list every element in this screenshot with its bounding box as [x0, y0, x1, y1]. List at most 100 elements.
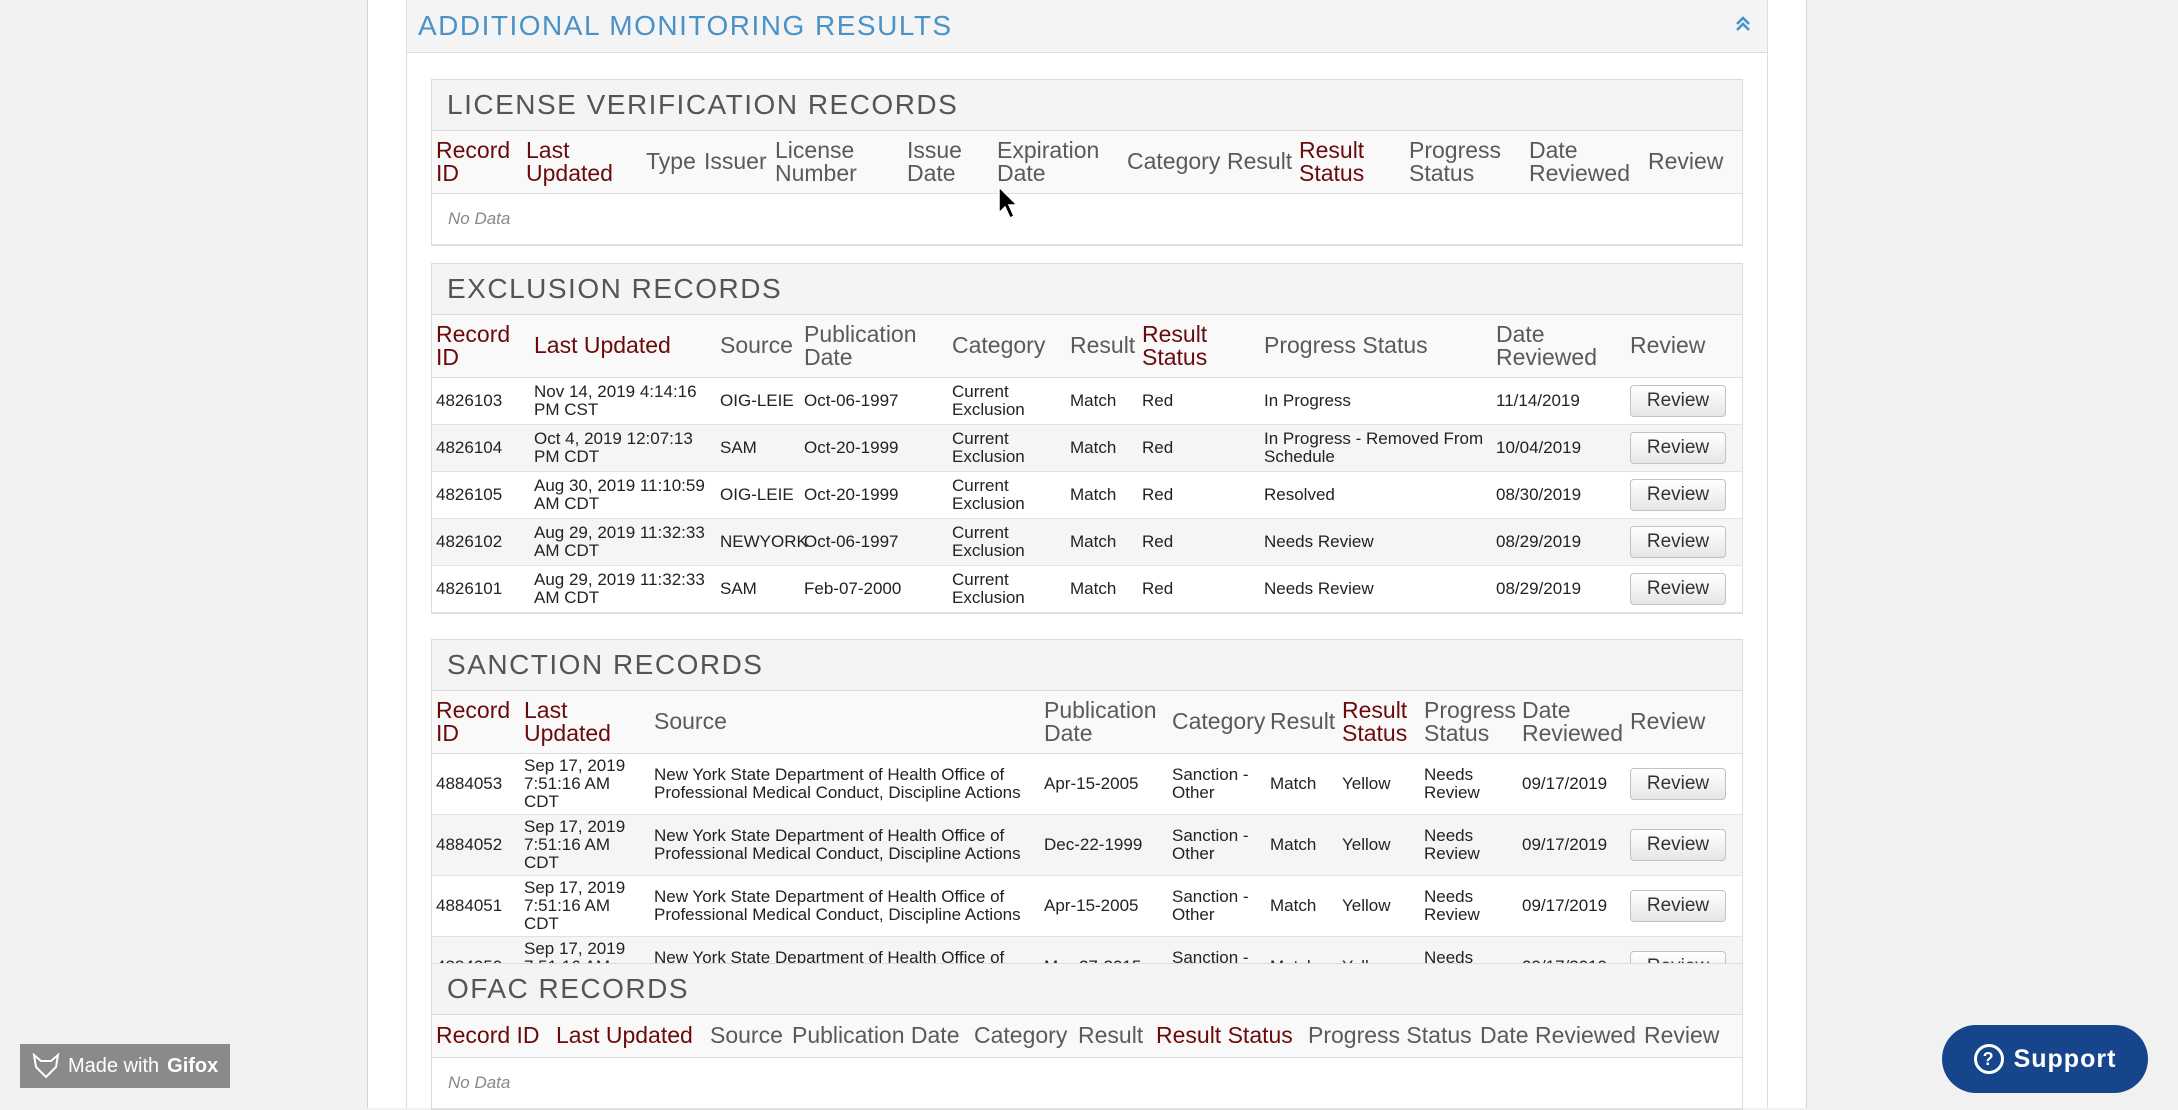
col-record-id[interactable]: Record ID [432, 691, 520, 754]
chevron-double-up-icon[interactable] [1731, 13, 1755, 39]
review-button[interactable]: Review [1630, 525, 1726, 558]
section-title: SANCTION RECORDS [432, 640, 1742, 691]
col-last-updated[interactable]: Last Updated [520, 691, 650, 754]
cell-category: Current Exclusion [948, 471, 1066, 519]
cell-publication-date: Apr-15-2005 [1040, 875, 1168, 937]
cell-category: Sanction - Other [1168, 814, 1266, 876]
cell-progress-status: Needs Review [1420, 814, 1518, 876]
col-result-status[interactable]: Result Status [1338, 691, 1420, 754]
table-row: 4826101 Aug 29, 2019 11:32:33 AM CDT SAM Fe… [432, 565, 1742, 613]
col-expiration-date: Expiration Date [993, 131, 1123, 194]
cell-category: Current Exclusion [948, 424, 1066, 472]
fox-icon [32, 1053, 60, 1079]
support-button[interactable]: ? Support [1942, 1025, 2148, 1093]
col-date-reviewed: Date Reviewed [1476, 1015, 1640, 1058]
cell-result-status: Red [1138, 518, 1260, 566]
col-progress-status: Progress Status [1420, 691, 1518, 754]
cell-record-id: 4826103 [432, 377, 530, 425]
col-result: Result [1223, 131, 1295, 194]
support-label: Support [2013, 1044, 2117, 1073]
section-title: OFAC RECORDS [432, 964, 1742, 1015]
gifox-brand: Gifox [167, 1054, 219, 1077]
col-record-id[interactable]: Record ID [432, 315, 530, 378]
col-record-id[interactable]: Record ID [432, 131, 522, 194]
col-category: Category [1168, 691, 1266, 754]
cell-result: Match [1066, 565, 1138, 613]
review-button[interactable]: Review [1630, 889, 1726, 922]
col-result-status[interactable]: Result Status [1138, 315, 1260, 378]
col-date-reviewed: Date Reviewed [1525, 131, 1644, 194]
cell-date-reviewed: 09/17/2019 [1518, 753, 1626, 815]
table-row: 4884051 Sep 17, 2019 7:51:16 AM CDT New Yo… [432, 875, 1742, 937]
cell-date-reviewed: 09/17/2019 [1518, 814, 1626, 876]
cell-progress-status: Needs Review [1260, 565, 1492, 613]
gifox-watermark: Made with Gifox [20, 1044, 230, 1088]
table-row: 4826103 Nov 14, 2019 4:14:16 PM CST OIG-LE… [432, 377, 1742, 425]
cell-record-id: 4826102 [432, 518, 530, 566]
cell-result: Match [1266, 814, 1338, 876]
review-button[interactable]: Review [1630, 431, 1726, 464]
col-issue-date: Issue Date [903, 131, 993, 194]
gifox-prefix: Made with [68, 1054, 160, 1077]
cell-record-id: 4884053 [432, 753, 520, 815]
col-record-id[interactable]: Record ID [432, 1015, 552, 1058]
cell-publication-date: Dec-22-1999 [1040, 814, 1168, 876]
col-review: Review [1626, 691, 1742, 754]
review-button[interactable]: Review [1630, 572, 1726, 605]
col-result-status[interactable]: Result Status [1295, 131, 1405, 194]
section-title: EXCLUSION RECORDS [432, 264, 1742, 315]
col-result-status[interactable]: Result Status [1152, 1015, 1304, 1058]
col-last-updated[interactable]: Last Updated [530, 315, 716, 378]
cell-last-updated: Nov 14, 2019 4:14:16 PM CST [530, 377, 716, 425]
cell-last-updated: Oct 4, 2019 12:07:13 PM CDT [530, 424, 716, 472]
ofac-records-section: OFAC RECORDS Record ID Last Updated Sour… [431, 963, 1743, 1110]
table-row: 4884052 Sep 17, 2019 7:51:16 AM CDT New Yo… [432, 814, 1742, 876]
col-last-updated[interactable]: Last Updated [552, 1015, 706, 1058]
col-issuer: Issuer [700, 131, 771, 194]
panel-header[interactable]: ADDITIONAL MONITORING RESULTS [407, 0, 1767, 53]
cell-date-reviewed: 08/29/2019 [1492, 565, 1626, 613]
cell-source: OIG-LEIE [716, 377, 800, 425]
cell-progress-status: In Progress [1260, 377, 1492, 425]
cell-result-status: Red [1138, 377, 1260, 425]
cell-result: Match [1066, 424, 1138, 472]
cell-review: Review [1626, 424, 1742, 472]
cell-date-reviewed: 11/14/2019 [1492, 377, 1626, 425]
sanction-table: Record ID Last Updated Source Publicatio… [432, 691, 1742, 998]
col-category: Category [948, 315, 1066, 378]
cell-record-id: 4826101 [432, 565, 530, 613]
cell-result: Match [1066, 377, 1138, 425]
panel-title: ADDITIONAL MONITORING RESULTS [418, 10, 953, 41]
review-button[interactable]: Review [1630, 828, 1726, 861]
cell-progress-status: In Progress - Removed From Schedule [1260, 424, 1492, 472]
cell-publication-date: Oct-20-1999 [800, 471, 948, 519]
cell-result-status: Red [1138, 471, 1260, 519]
col-progress-status: Progress Status [1405, 131, 1525, 194]
sanction-records-section: SANCTION RECORDS Record ID Last Updated … [431, 639, 1743, 999]
cell-source: SAM [716, 565, 800, 613]
review-button[interactable]: Review [1630, 767, 1726, 800]
cell-category: Sanction - Other [1168, 875, 1266, 937]
cell-source: New York State Department of Health Offi… [650, 814, 1040, 876]
col-source: Source [706, 1015, 788, 1058]
cell-date-reviewed: 10/04/2019 [1492, 424, 1626, 472]
review-button[interactable]: Review [1630, 384, 1726, 417]
cell-result-status: Yellow [1338, 814, 1420, 876]
exclusion-records-section: EXCLUSION RECORDS Record ID Last Updated… [431, 263, 1743, 614]
cell-last-updated: Sep 17, 2019 7:51:16 AM CDT [520, 814, 650, 876]
cell-record-id: 4826105 [432, 471, 530, 519]
cell-progress-status: Resolved [1260, 471, 1492, 519]
col-result: Result [1074, 1015, 1152, 1058]
col-review: Review [1626, 315, 1742, 378]
question-icon: ? [1973, 1044, 2004, 1074]
table-row: 4826104 Oct 4, 2019 12:07:13 PM CDT SAM Oct… [432, 424, 1742, 472]
cell-publication-date: Oct-20-1999 [800, 424, 948, 472]
section-title: LICENSE VERIFICATION RECORDS [432, 80, 1742, 131]
review-button[interactable]: Review [1630, 478, 1726, 511]
cell-review: Review [1626, 518, 1742, 566]
cell-result-status: Yellow [1338, 753, 1420, 815]
license-table: Record ID Last Updated Type Issuer Licen… [432, 131, 1742, 245]
cell-source: New York State Department of Health Offi… [650, 875, 1040, 937]
col-last-updated[interactable]: Last Updated [522, 131, 642, 194]
cell-category: Current Exclusion [948, 565, 1066, 613]
